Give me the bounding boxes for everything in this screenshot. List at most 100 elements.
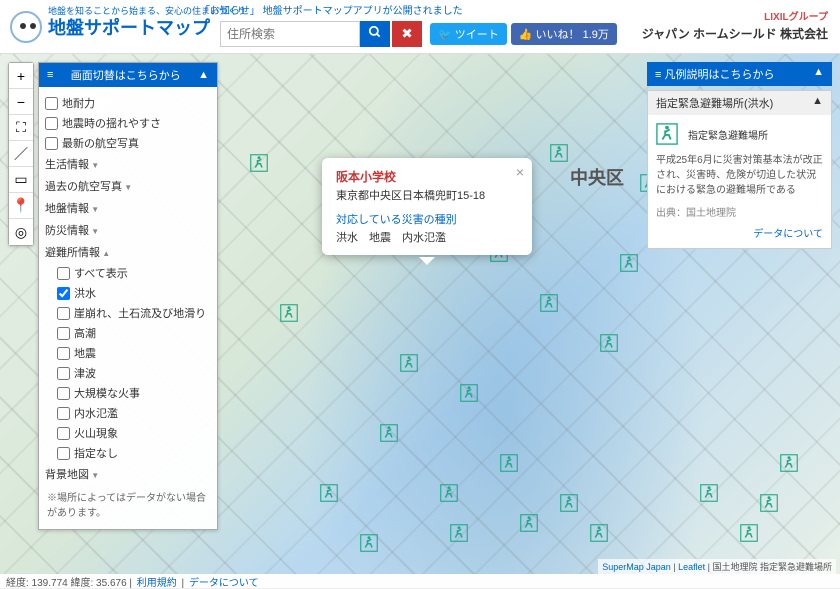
- popup-close-button[interactable]: ×: [516, 164, 524, 180]
- layer-evac-4-checkbox[interactable]: [57, 347, 70, 360]
- evacuation-marker[interactable]: [460, 384, 478, 402]
- locate-button[interactable]: ◎: [9, 219, 33, 245]
- evacuation-marker[interactable]: [590, 524, 608, 542]
- layer-root-0-checkbox[interactable]: [45, 97, 58, 110]
- evacuation-marker[interactable]: [400, 354, 418, 372]
- evacuation-marker[interactable]: [620, 254, 638, 272]
- attrib-supermap[interactable]: SuperMap Japan: [602, 562, 671, 572]
- evacuation-marker[interactable]: [560, 494, 578, 512]
- evacuation-marker[interactable]: [280, 304, 298, 322]
- layer-evac-9[interactable]: 指定なし: [57, 443, 211, 463]
- attrib-leaflet[interactable]: Leaflet: [678, 562, 705, 572]
- layer-evac-3-label: 高潮: [74, 325, 96, 341]
- popup-subheading: 対応している災害の種別: [336, 211, 518, 227]
- layer-evac-6[interactable]: 大規模な火事: [57, 383, 211, 403]
- evacuation-marker[interactable]: [740, 524, 758, 542]
- layer-evac-0[interactable]: すべて表示: [57, 263, 211, 283]
- layer-evac-6-label: 大規模な火事: [74, 385, 140, 401]
- layer-evac-7-label: 内水氾濫: [74, 405, 118, 421]
- layer-evac-3-checkbox[interactable]: [57, 327, 70, 340]
- popup-title: 阪本小学校: [336, 168, 518, 185]
- layer-evac-2-label: 崖崩れ、土石流及び地滑り: [74, 305, 206, 321]
- layer-evac-1-label: 洪水: [74, 285, 96, 301]
- layer-root-2-checkbox[interactable]: [45, 137, 58, 150]
- search-button[interactable]: [360, 21, 390, 47]
- layer-group-0[interactable]: 生活情報: [45, 153, 211, 175]
- layer-evac-9-checkbox[interactable]: [57, 447, 70, 460]
- evacuation-marker[interactable]: [550, 144, 568, 162]
- draw-line-button[interactable]: ／: [9, 141, 33, 167]
- layer-evac-5[interactable]: 津波: [57, 363, 211, 383]
- zoom-out-button[interactable]: −: [9, 89, 33, 115]
- layers-panel: ≡ 画面切替はこちらから ▲ 地耐力地震時の揺れやすさ最新の航空写真生活情報過去…: [38, 62, 218, 530]
- evacuation-marker[interactable]: [440, 484, 458, 502]
- tweet-button[interactable]: 🐦 ツイート: [430, 23, 507, 45]
- layer-group-evac[interactable]: 避難所情報: [45, 241, 211, 263]
- legend-data-link[interactable]: データについて: [656, 225, 823, 240]
- layer-root-0[interactable]: 地耐力: [45, 93, 211, 113]
- evacuation-marker[interactable]: [450, 524, 468, 542]
- evacuation-marker[interactable]: [500, 454, 518, 472]
- layer-evac-7[interactable]: 内水氾濫: [57, 403, 211, 423]
- collapse-icon: ▲: [198, 69, 209, 81]
- brand-company: ジャパン ホームシールド 株式会社: [642, 25, 828, 42]
- logo[interactable]: 地盤を知ることから始まる、安心の住まいづくり 地盤サポートマップ: [10, 11, 210, 43]
- legend-description: 平成25年6月に災害対策基本法が改正され、災害時、危険が切迫した状況における緊急…: [656, 153, 823, 198]
- evacuation-marker[interactable]: [520, 514, 538, 532]
- layer-evac-7-checkbox[interactable]: [57, 407, 70, 420]
- evacuation-marker[interactable]: [540, 294, 558, 312]
- legend-source: 出典：国土地理院: [656, 204, 823, 219]
- brand-group: LIXILグループ: [642, 8, 828, 23]
- data-link[interactable]: データについて: [189, 578, 259, 589]
- evacuation-marker[interactable]: [700, 484, 718, 502]
- like-button[interactable]: 👍 いいね！ 1.9万: [511, 23, 617, 45]
- layer-group-2[interactable]: 地盤情報: [45, 197, 211, 219]
- evacuation-marker[interactable]: [760, 494, 778, 512]
- layer-evac-1-checkbox[interactable]: [57, 287, 70, 300]
- map-attribution: SuperMap Japan | Leaflet | 国土地理院 指定緊急避難場…: [598, 559, 836, 574]
- logo-text: 地盤サポートマップ: [48, 14, 210, 40]
- layer-root-2[interactable]: 最新の航空写真: [45, 133, 211, 153]
- evacuation-marker[interactable]: [780, 454, 798, 472]
- layer-root-1-checkbox[interactable]: [45, 117, 58, 130]
- layer-evac-8-checkbox[interactable]: [57, 427, 70, 440]
- map-toolbar: + − ⛶ ／ ▭ 📍 ◎: [8, 62, 34, 246]
- draw-rect-button[interactable]: ▭: [9, 167, 33, 193]
- layer-evac-8[interactable]: 火山現象: [57, 423, 211, 443]
- layer-evac-2-checkbox[interactable]: [57, 307, 70, 320]
- map-popup: × 阪本小学校 東京都中央区日本橋兜町15-18 対応している災害の種別 洪水 …: [322, 158, 532, 255]
- layer-evac-0-label: すべて表示: [74, 265, 128, 281]
- layer-evac-4-label: 地震: [74, 345, 96, 361]
- collapse-icon: ▲: [813, 66, 824, 82]
- clear-button[interactable]: ✖: [392, 21, 422, 47]
- layer-group-3[interactable]: 防災情報: [45, 219, 211, 241]
- layer-group-bg[interactable]: 背景地図: [45, 463, 211, 485]
- layer-group-1[interactable]: 過去の航空写真: [45, 175, 211, 197]
- layer-evac-5-checkbox[interactable]: [57, 367, 70, 380]
- evacuation-marker[interactable]: [380, 424, 398, 442]
- district-label: 中央区: [570, 164, 624, 190]
- layer-evac-3[interactable]: 高潮: [57, 323, 211, 343]
- terms-link[interactable]: 利用規約: [137, 578, 177, 589]
- popup-address: 東京都中央区日本橋兜町15-18: [336, 187, 518, 203]
- layer-root-1-label: 地震時の揺れやすさ: [62, 115, 161, 131]
- evacuation-marker[interactable]: [250, 154, 268, 172]
- layers-header[interactable]: ≡ 画面切替はこちらから ▲: [39, 63, 217, 87]
- layer-evac-4[interactable]: 地震: [57, 343, 211, 363]
- fullscreen-button[interactable]: ⛶: [9, 115, 33, 141]
- legend-section-header[interactable]: 指定緊急避難場所(洪水)▲: [648, 91, 831, 115]
- brand: LIXILグループ ジャパン ホームシールド 株式会社: [642, 8, 828, 42]
- evacuation-marker[interactable]: [360, 534, 378, 552]
- zoom-in-button[interactable]: +: [9, 63, 33, 89]
- layer-evac-1[interactable]: 洪水: [57, 283, 211, 303]
- marker-button[interactable]: 📍: [9, 193, 33, 219]
- layer-evac-2[interactable]: 崖崩れ、土石流及び地滑り: [57, 303, 211, 323]
- search-input[interactable]: [220, 21, 360, 47]
- layer-evac-0-checkbox[interactable]: [57, 267, 70, 280]
- layer-root-0-label: 地耐力: [62, 95, 95, 111]
- layer-root-1[interactable]: 地震時の揺れやすさ: [45, 113, 211, 133]
- legend-header[interactable]: ≡ 凡例説明はこちらから▲: [647, 62, 832, 86]
- evacuation-marker[interactable]: [600, 334, 618, 352]
- evacuation-marker[interactable]: [320, 484, 338, 502]
- layer-evac-6-checkbox[interactable]: [57, 387, 70, 400]
